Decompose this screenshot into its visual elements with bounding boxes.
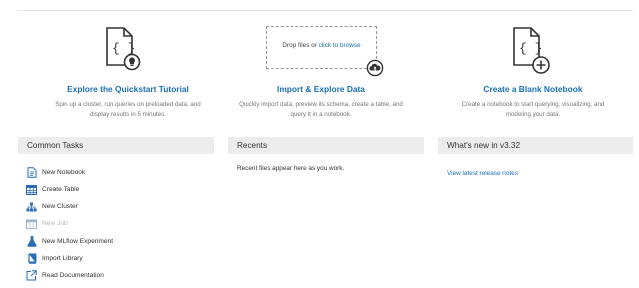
task-label: New Notebook — [42, 169, 86, 176]
common-tasks-header: Common Tasks — [18, 137, 214, 154]
cloud-upload-icon[interactable] — [366, 59, 384, 77]
quickstart-desc-line1: Spin up a cluster, run queries on preloa… — [55, 101, 201, 108]
task-new-mlflow-experiment[interactable]: New MLflow Experiment — [26, 235, 113, 248]
quickstart-link[interactable]: Explore the Quickstart Tutorial — [38, 84, 218, 94]
import-desc-line1: Quickly import data, preview its schema,… — [239, 101, 403, 108]
notebook-icon — [26, 167, 37, 178]
task-create-table[interactable]: Create Table — [26, 183, 79, 196]
blank-notebook-link[interactable]: Create a Blank Notebook — [438, 84, 628, 94]
task-new-job[interactable]: New Job — [26, 217, 68, 230]
task-import-library[interactable]: Import Library — [26, 252, 83, 265]
blank-notebook-icon[interactable]: { } — [511, 25, 551, 75]
flask-icon — [26, 236, 37, 247]
quickstart-desc-line2: display results in 5 minutes. — [89, 110, 166, 118]
quickstart-column: Explore the Quickstart Tutorial Spin up … — [38, 84, 218, 119]
blank-notebook-desc: Create a notebook to start querying, vis… — [438, 100, 628, 119]
task-read-documentation[interactable]: Read Documentation — [26, 269, 104, 282]
browse-link[interactable]: click to browse — [319, 42, 361, 49]
release-notes-link[interactable]: View latest release notes — [447, 170, 518, 177]
calendar-icon — [26, 218, 37, 229]
svg-text:{ }: { } — [519, 41, 542, 56]
task-new-cluster[interactable]: New Cluster — [26, 200, 78, 213]
task-label: New Job — [42, 220, 68, 227]
file-dropzone[interactable]: Drop files or click to browse — [266, 26, 377, 69]
task-label: Create Table — [42, 186, 80, 193]
cluster-icon — [26, 201, 37, 212]
quickstart-desc: Spin up a cluster, run queries on preloa… — [38, 100, 218, 119]
blank-desc-line1: Create a notebook to start querying, vis… — [461, 101, 605, 108]
library-icon — [26, 253, 37, 264]
blank-notebook-column: Create a Blank Notebook Create a noteboo… — [438, 84, 628, 119]
import-link[interactable]: Import & Explore Data — [221, 84, 421, 94]
recents-header: Recents — [228, 137, 424, 154]
quickstart-doc-icon[interactable]: { } — [104, 25, 142, 71]
task-label: Import Library — [42, 255, 83, 262]
dropzone-text: Drop files or — [282, 42, 319, 49]
blank-desc-line2: modeling your data. — [505, 110, 561, 118]
top-divider — [18, 10, 633, 11]
table-icon — [26, 184, 37, 195]
import-column: Import & Explore Data Quickly import dat… — [221, 84, 421, 119]
whats-new-header: What's new in v3.32 — [438, 137, 633, 154]
task-label: New Cluster — [42, 203, 78, 210]
external-link-icon — [26, 270, 37, 281]
import-desc-line2: query it in a notebook. — [290, 110, 352, 118]
import-desc: Quickly import data, preview its schema,… — [221, 100, 421, 119]
task-label: Read Documentation — [42, 272, 104, 279]
task-label: New MLflow Experiment — [42, 238, 114, 245]
task-new-notebook[interactable]: New Notebook — [26, 166, 85, 179]
recents-empty-message: Recent files appear here as you work. — [237, 165, 345, 172]
